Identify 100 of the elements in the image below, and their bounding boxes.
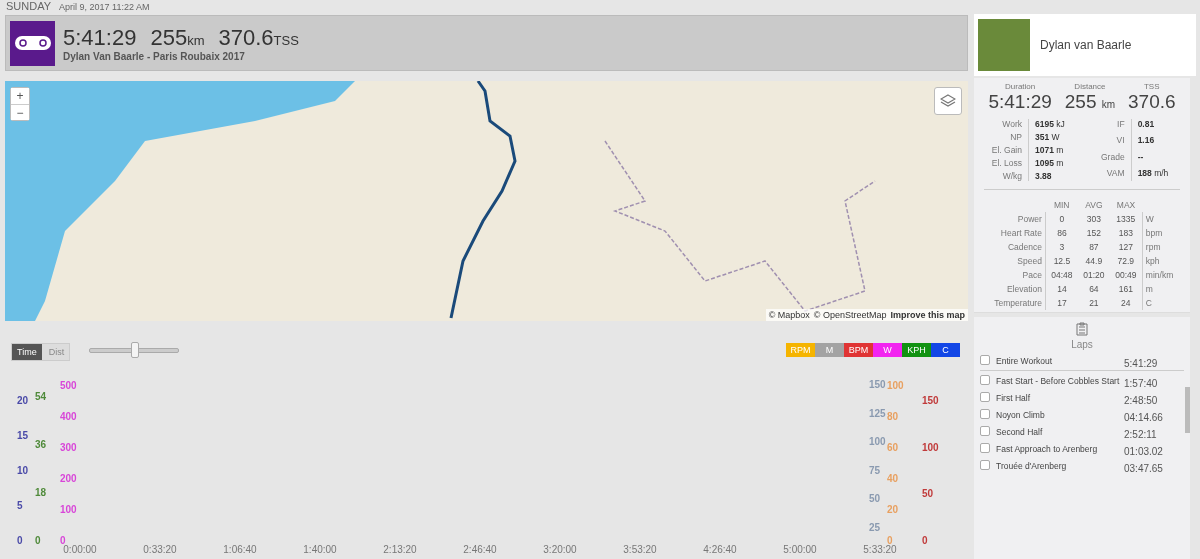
axis-tick-label: 400 bbox=[60, 410, 77, 422]
metric-value: 6195 kJ bbox=[1035, 119, 1066, 129]
attribution-text: © Mapbox bbox=[768, 310, 810, 320]
lap-time: 03:47.65 bbox=[1124, 463, 1164, 474]
axis-tick-label: 50 bbox=[922, 487, 934, 499]
improve-map-link[interactable]: Improve this map bbox=[890, 310, 965, 320]
slider-thumb[interactable] bbox=[131, 342, 139, 358]
row-label: Cadence bbox=[982, 240, 1046, 254]
clipboard-icon bbox=[1076, 322, 1088, 336]
table-cell: 1335 bbox=[1109, 212, 1143, 226]
total-value: 5:41:29 bbox=[988, 91, 1052, 113]
total-value: 255 km bbox=[1064, 91, 1116, 113]
axis-tick-label: 0 bbox=[922, 534, 928, 546]
lap-checkbox[interactable] bbox=[980, 460, 990, 470]
table-cell: 86 bbox=[1045, 226, 1078, 240]
axis-tick-label: 0 bbox=[35, 534, 41, 546]
time-tick-label: 5:00:00 bbox=[783, 544, 817, 555]
workout-title: Dylan Van Baarle - Paris Roubaix 2017 bbox=[63, 50, 246, 62]
table-cell: 3 bbox=[1045, 240, 1078, 254]
lap-name[interactable]: Fast Start - Before Cobbles Start bbox=[996, 374, 1120, 389]
metric-value: 0.81 bbox=[1137, 119, 1156, 131]
channel-toggle[interactable]: C bbox=[931, 343, 960, 357]
time-tick-label: 5:33:20 bbox=[863, 544, 897, 555]
lap-checkbox[interactable] bbox=[980, 443, 990, 453]
table-cell: 12.5 bbox=[1045, 254, 1078, 268]
axis-mode-tab[interactable]: Time bbox=[12, 344, 42, 360]
lap-checkbox[interactable] bbox=[980, 355, 990, 365]
metric-value: 1.16 bbox=[1137, 135, 1156, 148]
laps-title: Laps bbox=[1071, 339, 1093, 350]
axis-tick-label: 0 bbox=[17, 534, 23, 546]
photo-placeholder bbox=[978, 19, 1030, 71]
layers-icon[interactable] bbox=[934, 87, 962, 115]
table-cell: 17 bbox=[1045, 296, 1078, 310]
zoom-slider[interactable] bbox=[89, 342, 179, 358]
axis-tick-label: 20 bbox=[17, 394, 29, 406]
unit-label: W bbox=[1142, 212, 1182, 226]
table-cell-text: 152 bbox=[1085, 227, 1102, 240]
total-label: Duration bbox=[1004, 82, 1037, 91]
column-header: MIN bbox=[1045, 198, 1078, 212]
unit-label: C bbox=[1142, 296, 1182, 310]
unit-label: min/km bbox=[1142, 268, 1182, 282]
table-cell-text: 44.9 bbox=[1084, 255, 1104, 268]
total-value: 370.6 bbox=[1128, 91, 1176, 113]
attribution-text: © OpenStreetMap bbox=[813, 310, 887, 320]
lap-checkbox[interactable] bbox=[980, 392, 990, 402]
lap-name[interactable]: Fast Approach to Arenberg bbox=[996, 442, 1120, 457]
table-cell: 183 bbox=[1109, 226, 1143, 240]
axis-tick-label: 100 bbox=[922, 441, 939, 453]
axis-tick-label: 0 bbox=[60, 534, 66, 546]
unit-label: kph bbox=[1142, 254, 1182, 268]
column-header: AVG bbox=[1084, 199, 1104, 212]
metric-value: -- bbox=[1137, 151, 1145, 164]
axis-tick-label: 150 bbox=[869, 378, 886, 390]
axis-tick-label: 10 bbox=[17, 464, 29, 476]
axis-tick-label: 200 bbox=[60, 472, 77, 484]
day-label: SUNDAY bbox=[6, 0, 52, 12]
table-cell: 72.9 bbox=[1109, 254, 1143, 268]
lap-checkbox[interactable] bbox=[980, 426, 990, 436]
total-label: Distance bbox=[1073, 82, 1107, 91]
lap-time: 5:41:29 bbox=[1124, 358, 1159, 369]
column-header: MAX bbox=[1109, 198, 1143, 212]
lap-name[interactable]: First Half bbox=[996, 391, 1120, 406]
axis-tick-label: 75 bbox=[869, 464, 881, 476]
table-cell: 14 bbox=[1045, 282, 1078, 296]
metric-value: 1095 m bbox=[1035, 158, 1065, 168]
lap-name[interactable]: Entire Workout bbox=[996, 354, 1120, 369]
table-cell: 161 bbox=[1109, 282, 1143, 296]
lap-name[interactable]: Trouée d'Arenberg bbox=[996, 459, 1120, 474]
time-tick-label: 1:06:40 bbox=[223, 544, 257, 555]
metric-label: El. Loss bbox=[990, 158, 1022, 168]
lap-name[interactable]: Second Half bbox=[996, 425, 1120, 440]
axis-tick-label: 100 bbox=[887, 379, 904, 391]
channel-toggle[interactable]: KPH bbox=[902, 343, 931, 357]
unit-label: rpm bbox=[1142, 240, 1182, 254]
row-label: Heart Rate bbox=[982, 226, 1046, 240]
lap-checkbox[interactable] bbox=[980, 375, 990, 385]
axis-tick-label: 0 bbox=[887, 534, 893, 546]
metric-label: NP bbox=[1009, 132, 1022, 142]
total-label: TSS bbox=[1143, 82, 1161, 91]
lap-checkbox[interactable] bbox=[980, 409, 990, 419]
metric-label: VAM bbox=[1105, 167, 1125, 180]
scrollbar-thumb[interactable] bbox=[1185, 387, 1190, 433]
lap-time: 04:14.66 bbox=[1124, 412, 1164, 423]
time-tick-label: 3:20:00 bbox=[543, 544, 577, 555]
axis-tick-label: 40 bbox=[887, 472, 899, 484]
table-cell-text: 21 bbox=[1088, 297, 1100, 310]
time-tick-label: 0:00:00 bbox=[63, 544, 97, 555]
table-cell-text: 303 bbox=[1085, 213, 1102, 226]
row-label: Pace bbox=[982, 268, 1046, 282]
table-cell-text: 87 bbox=[1088, 241, 1100, 254]
lap-name[interactable]: Noyon Climb bbox=[996, 408, 1120, 423]
table-cell: 04:48 bbox=[1045, 268, 1078, 282]
tss-value: 370.6TSS bbox=[218, 24, 299, 51]
row-label: Power bbox=[982, 212, 1046, 226]
lap-time: 2:48:50 bbox=[1124, 395, 1159, 406]
channel-toggle[interactable]: BPM bbox=[844, 343, 873, 357]
table-cell: 127 bbox=[1109, 240, 1143, 254]
date-time: April 9, 2017 11:22 AM bbox=[59, 2, 150, 12]
zoom-out-button[interactable]: − bbox=[11, 104, 29, 120]
row-label: Speed bbox=[982, 254, 1046, 268]
